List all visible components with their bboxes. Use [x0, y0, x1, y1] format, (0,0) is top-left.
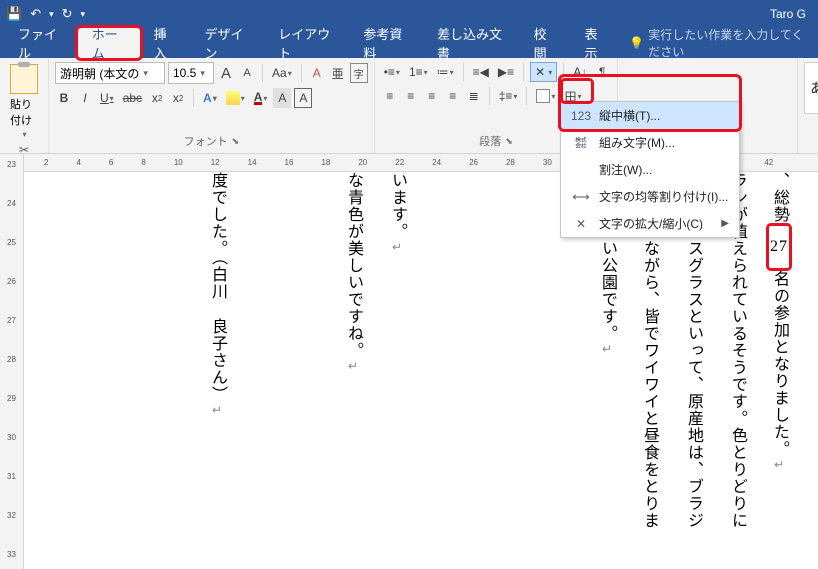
scale-icon: ✕	[571, 217, 591, 231]
strikethrough-button[interactable]: abc	[120, 88, 145, 108]
lightbulb-icon: 💡	[629, 36, 644, 50]
tcy-icon: 123	[571, 109, 591, 123]
bullets-button[interactable]: •≡▾	[381, 62, 403, 82]
grow-font-icon[interactable]: A	[217, 63, 235, 83]
align-right-button[interactable]: ≡	[423, 86, 441, 106]
vertical-ruler[interactable]: 232425 262728 293031 3233	[0, 154, 24, 569]
ruby-button[interactable]: 亜	[329, 63, 347, 83]
font-size-combo[interactable]: 10.5▾	[168, 62, 214, 84]
font-dialog-launcher-icon[interactable]: ⬊	[232, 136, 240, 147]
tab-home[interactable]: ホーム	[78, 28, 140, 58]
superscript-button[interactable]: x2	[169, 88, 187, 108]
redo-icon[interactable]: ↻	[62, 6, 73, 22]
window-title: Taro G	[770, 7, 806, 21]
line-spacing-button[interactable]: ‡≡▾	[496, 86, 521, 106]
font-color-button[interactable]: A▾	[251, 88, 271, 108]
increase-indent-button[interactable]: ▶≡	[495, 62, 517, 82]
highlight-button[interactable]: ▾	[223, 88, 248, 108]
fit-icon: ⟷	[571, 190, 591, 204]
shading-button[interactable]: ▾	[533, 86, 558, 106]
multilevel-list-button[interactable]: ≔▾	[434, 62, 457, 82]
text-effects-button[interactable]: A▾	[200, 88, 220, 108]
numbering-button[interactable]: 1≡▾	[406, 62, 431, 82]
tab-review[interactable]: 校閲	[520, 28, 571, 58]
underline-button[interactable]: U▾	[97, 88, 117, 108]
paste-icon	[10, 64, 38, 94]
tab-file[interactable]: ファイル	[4, 28, 78, 58]
selected-number: 27	[766, 223, 792, 271]
text-column: います。↵	[376, 172, 418, 255]
text-column: 、総勢27名の参加となりました。↵	[758, 172, 800, 473]
tab-layout[interactable]: レイアウト	[264, 28, 349, 58]
paste-button[interactable]: 貼り付け ▾	[6, 62, 42, 141]
text-column: 度でした。（白川 良子さん）↵	[196, 172, 238, 418]
subscript-button[interactable]: x2	[148, 88, 166, 108]
font-name-combo[interactable]: 游明朝 (本文の▾	[55, 62, 165, 84]
group-styles: あア亜 あア亜 行間詰め スタイル ⬊	[798, 58, 818, 153]
tab-insert[interactable]: 挿入	[140, 28, 191, 58]
menu-item-kumimoji[interactable]: ㍿ 組み文字(M)...	[561, 129, 739, 156]
decrease-indent-button[interactable]: ≡◀	[470, 62, 492, 82]
tell-me-search[interactable]: 💡 実行したい作業を入力してください	[629, 28, 814, 58]
group-font-label: フォント	[184, 133, 228, 149]
justify-button[interactable]: ≡	[444, 86, 462, 106]
menu-item-fit-text[interactable]: ⟷ 文字の均等割り付け(I)...	[561, 183, 739, 210]
asian-layout-menu: 123 縦中横(T)... ㍿ 組み文字(M)... 割注(W)... ⟷ 文字…	[560, 101, 740, 238]
align-center-button[interactable]: ≡	[402, 86, 420, 106]
menu-item-char-scale[interactable]: ✕ 文字の拡大/縮小(C) ▶	[561, 210, 739, 237]
change-case-button[interactable]: Aa▾	[269, 63, 295, 83]
group-font: 游明朝 (本文の▾ 10.5▾ A A Aa▾ A 亜 字 B I U▾ abc…	[49, 58, 375, 153]
quick-access-toolbar: 💾 ↶ ▾ ↻ ▾	[6, 6, 85, 22]
show-marks-button[interactable]: ¶	[593, 62, 611, 82]
clear-formatting-icon[interactable]: A	[308, 63, 326, 83]
tab-references[interactable]: 参考資料	[349, 28, 423, 58]
tab-design[interactable]: デザイン	[191, 28, 265, 58]
char-border-button[interactable]: A	[294, 88, 312, 108]
distribute-button[interactable]: ≣	[465, 86, 483, 106]
asian-layout-button[interactable]: ✕▾	[530, 62, 557, 82]
qat-customize-icon[interactable]: ▾	[81, 9, 86, 20]
save-icon[interactable]: 💾	[6, 6, 22, 22]
bold-button[interactable]: B	[55, 88, 73, 108]
menu-item-tatechuyoko[interactable]: 123 縦中横(T)...	[561, 102, 739, 129]
tab-view[interactable]: 表示	[570, 28, 621, 58]
text-column: な青色が美しいですね。↵	[332, 172, 374, 374]
submenu-arrow-icon: ▶	[721, 218, 729, 229]
group-clipboard: 貼り付け ▾ ✂ ⧉ 🖌 クリップボード ⬊	[0, 58, 49, 153]
char-shading-button[interactable]: A	[273, 88, 291, 108]
italic-button[interactable]: I	[76, 88, 94, 108]
ribbon-tabs: ファイル ホーム 挿入 デザイン レイアウト 参考資料 差し込み文書 校閲 表示…	[0, 28, 818, 58]
enclose-char-button[interactable]: 字	[350, 63, 368, 83]
undo-icon[interactable]: ↶	[30, 6, 41, 22]
tab-mailings[interactable]: 差し込み文書	[423, 28, 520, 58]
align-left-button[interactable]: ≡	[381, 86, 399, 106]
menu-item-warichu[interactable]: 割注(W)...	[561, 156, 739, 183]
undo-dropdown-icon[interactable]: ▾	[49, 9, 54, 20]
group-paragraph-label: 段落	[479, 133, 501, 149]
kumi-icon: ㍿	[571, 134, 591, 151]
shrink-font-icon[interactable]: A	[238, 63, 256, 83]
style-card-1[interactable]: あア亜	[804, 62, 818, 114]
sort-button[interactable]: A↓	[570, 62, 590, 82]
paragraph-dialog-launcher-icon[interactable]: ⬊	[505, 136, 513, 147]
